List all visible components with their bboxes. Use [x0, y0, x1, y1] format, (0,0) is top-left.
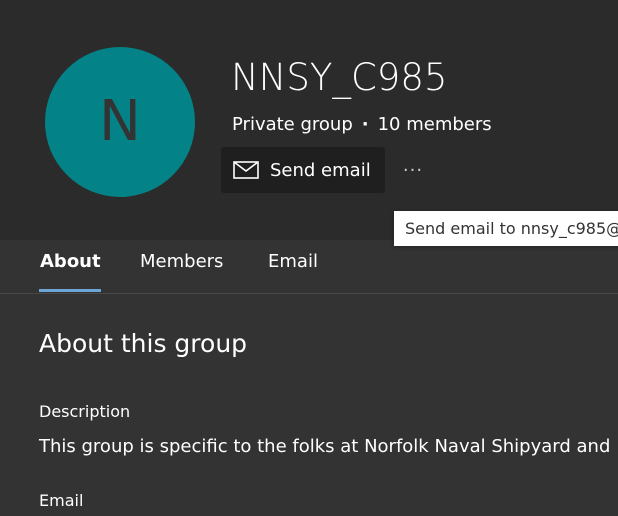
description-value: This group is specific to the folks at N…	[39, 436, 611, 457]
tab-bar: About Members Email	[0, 240, 618, 294]
mail-icon	[233, 161, 259, 179]
more-options-icon: ···	[402, 159, 424, 181]
about-section-title: About this group	[39, 329, 248, 358]
tab-members[interactable]: Members	[140, 249, 223, 275]
group-meta: Private group · 10 members	[232, 113, 492, 137]
active-tab-indicator	[39, 289, 101, 292]
group-name: NNSY_C985	[231, 56, 448, 99]
tab-email[interactable]: Email	[268, 249, 318, 275]
tab-about[interactable]: About	[40, 249, 101, 275]
send-email-label: Send email	[270, 159, 371, 181]
description-label: Description	[39, 402, 131, 421]
group-avatar: N	[45, 47, 195, 197]
avatar-initial: N	[99, 89, 141, 154]
more-options-button[interactable]: ···	[398, 156, 428, 184]
send-email-tooltip: Send email to nnsy_c985@	[394, 211, 618, 246]
group-header: N NNSY_C985 Private group · 10 members Sen…	[0, 0, 618, 240]
group-privacy: Private group	[232, 114, 353, 135]
email-label: Email	[39, 491, 84, 510]
meta-separator: ·	[361, 114, 369, 135]
send-email-button[interactable]: Send email	[221, 147, 385, 193]
member-count[interactable]: 10 members	[378, 114, 492, 135]
